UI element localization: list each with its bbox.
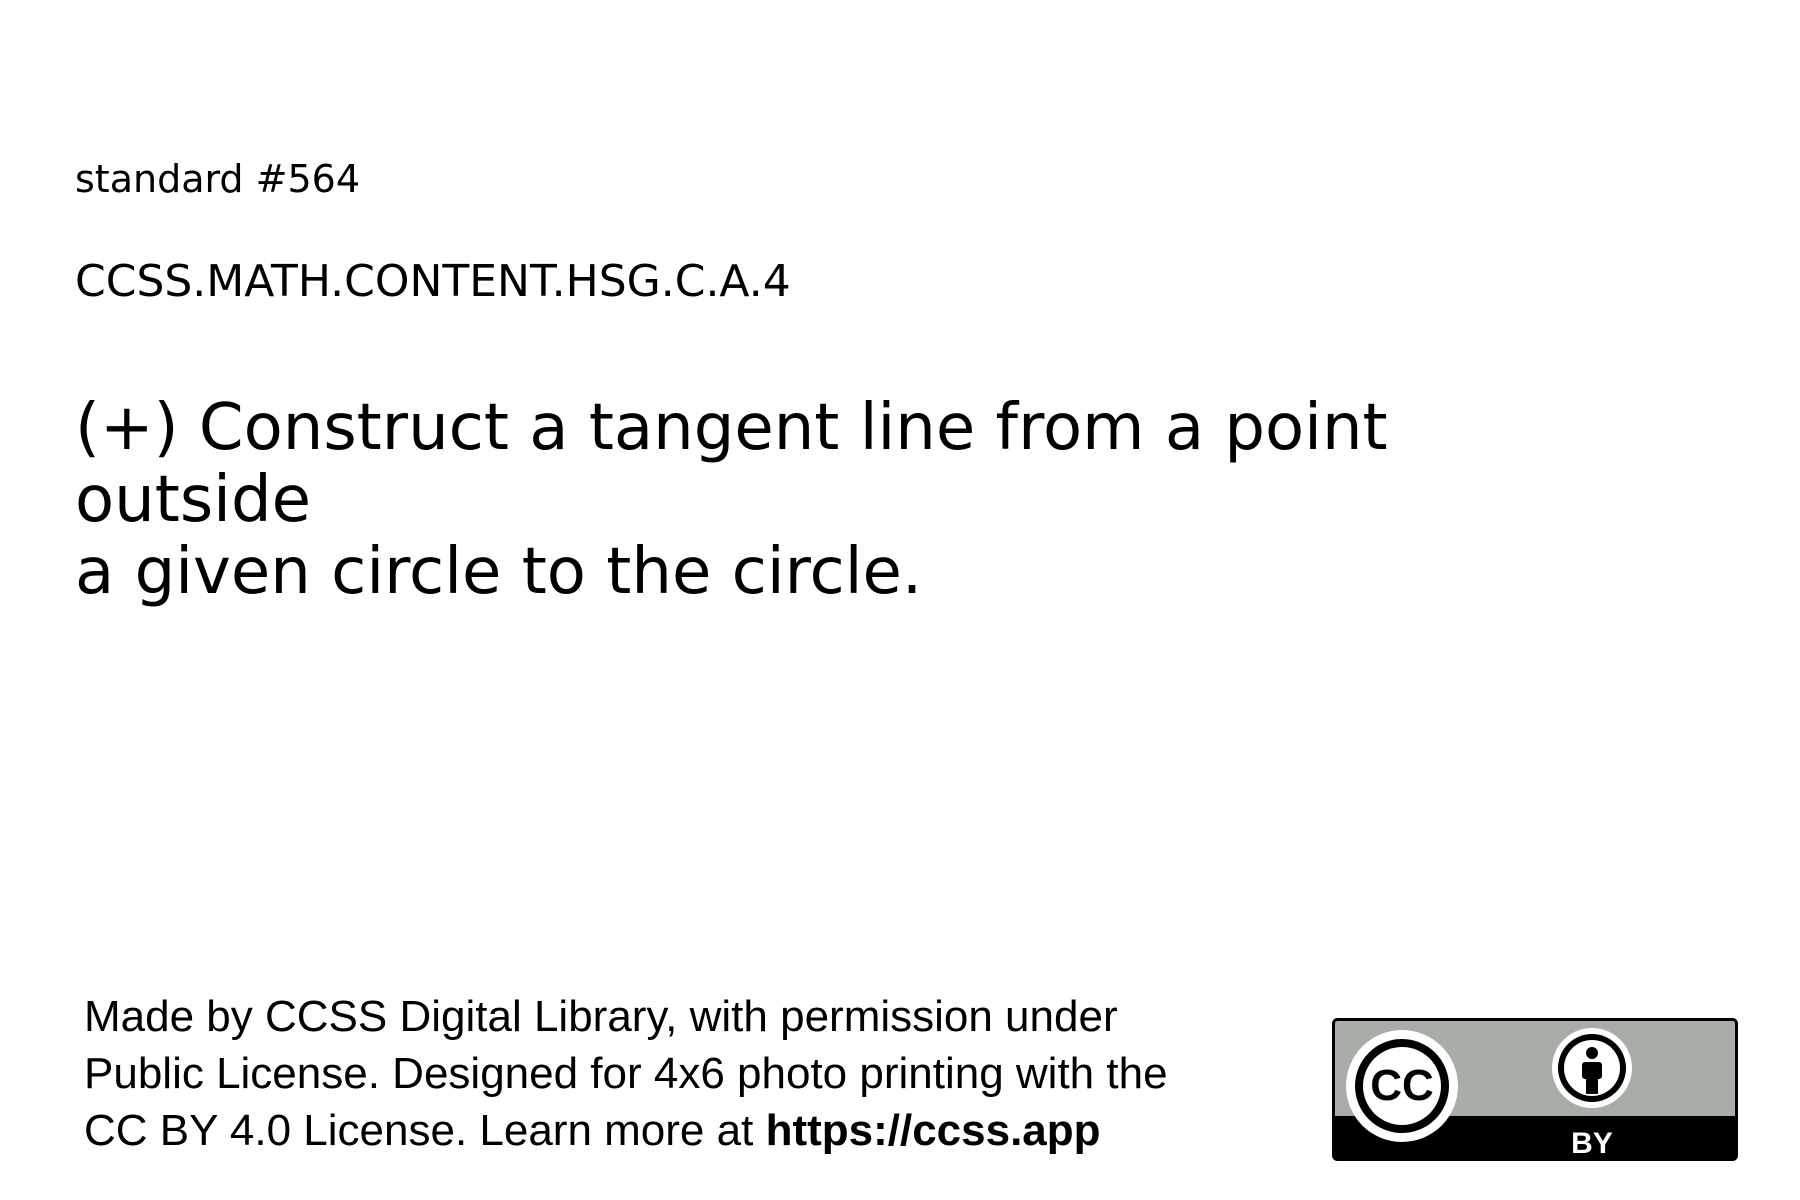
footer-attribution: Made by CCSS Digital Library, with permi… — [84, 988, 1334, 1159]
standard-code: CCSS.MATH.CONTENT.HSG.C.A.4 — [75, 256, 791, 307]
attribution-person-icon — [1552, 1028, 1632, 1108]
cc-icon: CC — [1346, 1030, 1458, 1142]
footer-line: Public License. Designed for 4x6 photo p… — [84, 1049, 1168, 1098]
standard-description-line: a given circle to the circle. — [75, 535, 923, 609]
cc-icon-text: CC — [1370, 1061, 1434, 1110]
footer-line: CC BY 4.0 License. Learn more at https:/… — [84, 1102, 1334, 1159]
cc-by-license-badge[interactable]: CC BY — [1332, 1018, 1738, 1161]
footer-line-prefix: CC BY 4.0 License. Learn more at — [84, 1106, 766, 1155]
standard-description: (+) Construct a tangent line from a poin… — [75, 392, 1595, 608]
ccss-app-link[interactable]: https://ccss.app — [766, 1106, 1101, 1155]
standard-description-line: (+) Construct a tangent line from a poin… — [75, 391, 1388, 537]
footer-line: Made by CCSS Digital Library, with permi… — [84, 992, 1118, 1041]
standard-number: standard #564 — [75, 157, 360, 201]
by-label: BY — [1571, 1127, 1613, 1160]
